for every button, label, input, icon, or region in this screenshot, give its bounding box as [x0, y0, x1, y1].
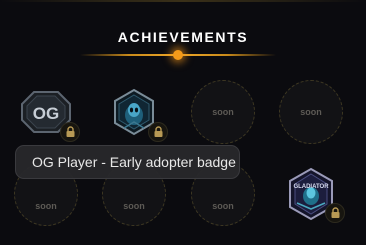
top-border: [0, 0, 366, 2]
lock-icon: [154, 126, 162, 137]
achievement-slot-soon: soon: [279, 80, 343, 144]
divider-glow-dot: [173, 50, 183, 60]
gladiator-badge-text: GLADIATOR: [293, 184, 329, 190]
achievement-og-player[interactable]: OG: [14, 80, 80, 144]
badge-tooltip: OG Player - Early adopter badge: [15, 145, 240, 179]
soon-label: soon: [212, 107, 234, 117]
lock-badge: [148, 122, 168, 142]
achievement-alien-badge[interactable]: [102, 80, 168, 144]
achievement-gladiator[interactable]: GLADIATOR: [279, 162, 345, 226]
og-badge-text: OG: [33, 104, 59, 123]
soon-label: soon: [300, 107, 322, 117]
section-title: ACHIEVEMENTS: [117, 29, 249, 45]
soon-label: soon: [35, 201, 57, 211]
soon-label: soon: [212, 201, 234, 211]
lock-badge: [325, 203, 345, 223]
achievements-panel: ACHIEVEMENTS OG soon soon soon soon soon…: [0, 0, 366, 245]
soon-label: soon: [123, 201, 145, 211]
lock-badge: [60, 122, 80, 142]
achievement-slot-soon: soon: [191, 80, 255, 144]
lock-icon: [66, 126, 74, 137]
lock-icon: [331, 207, 339, 218]
